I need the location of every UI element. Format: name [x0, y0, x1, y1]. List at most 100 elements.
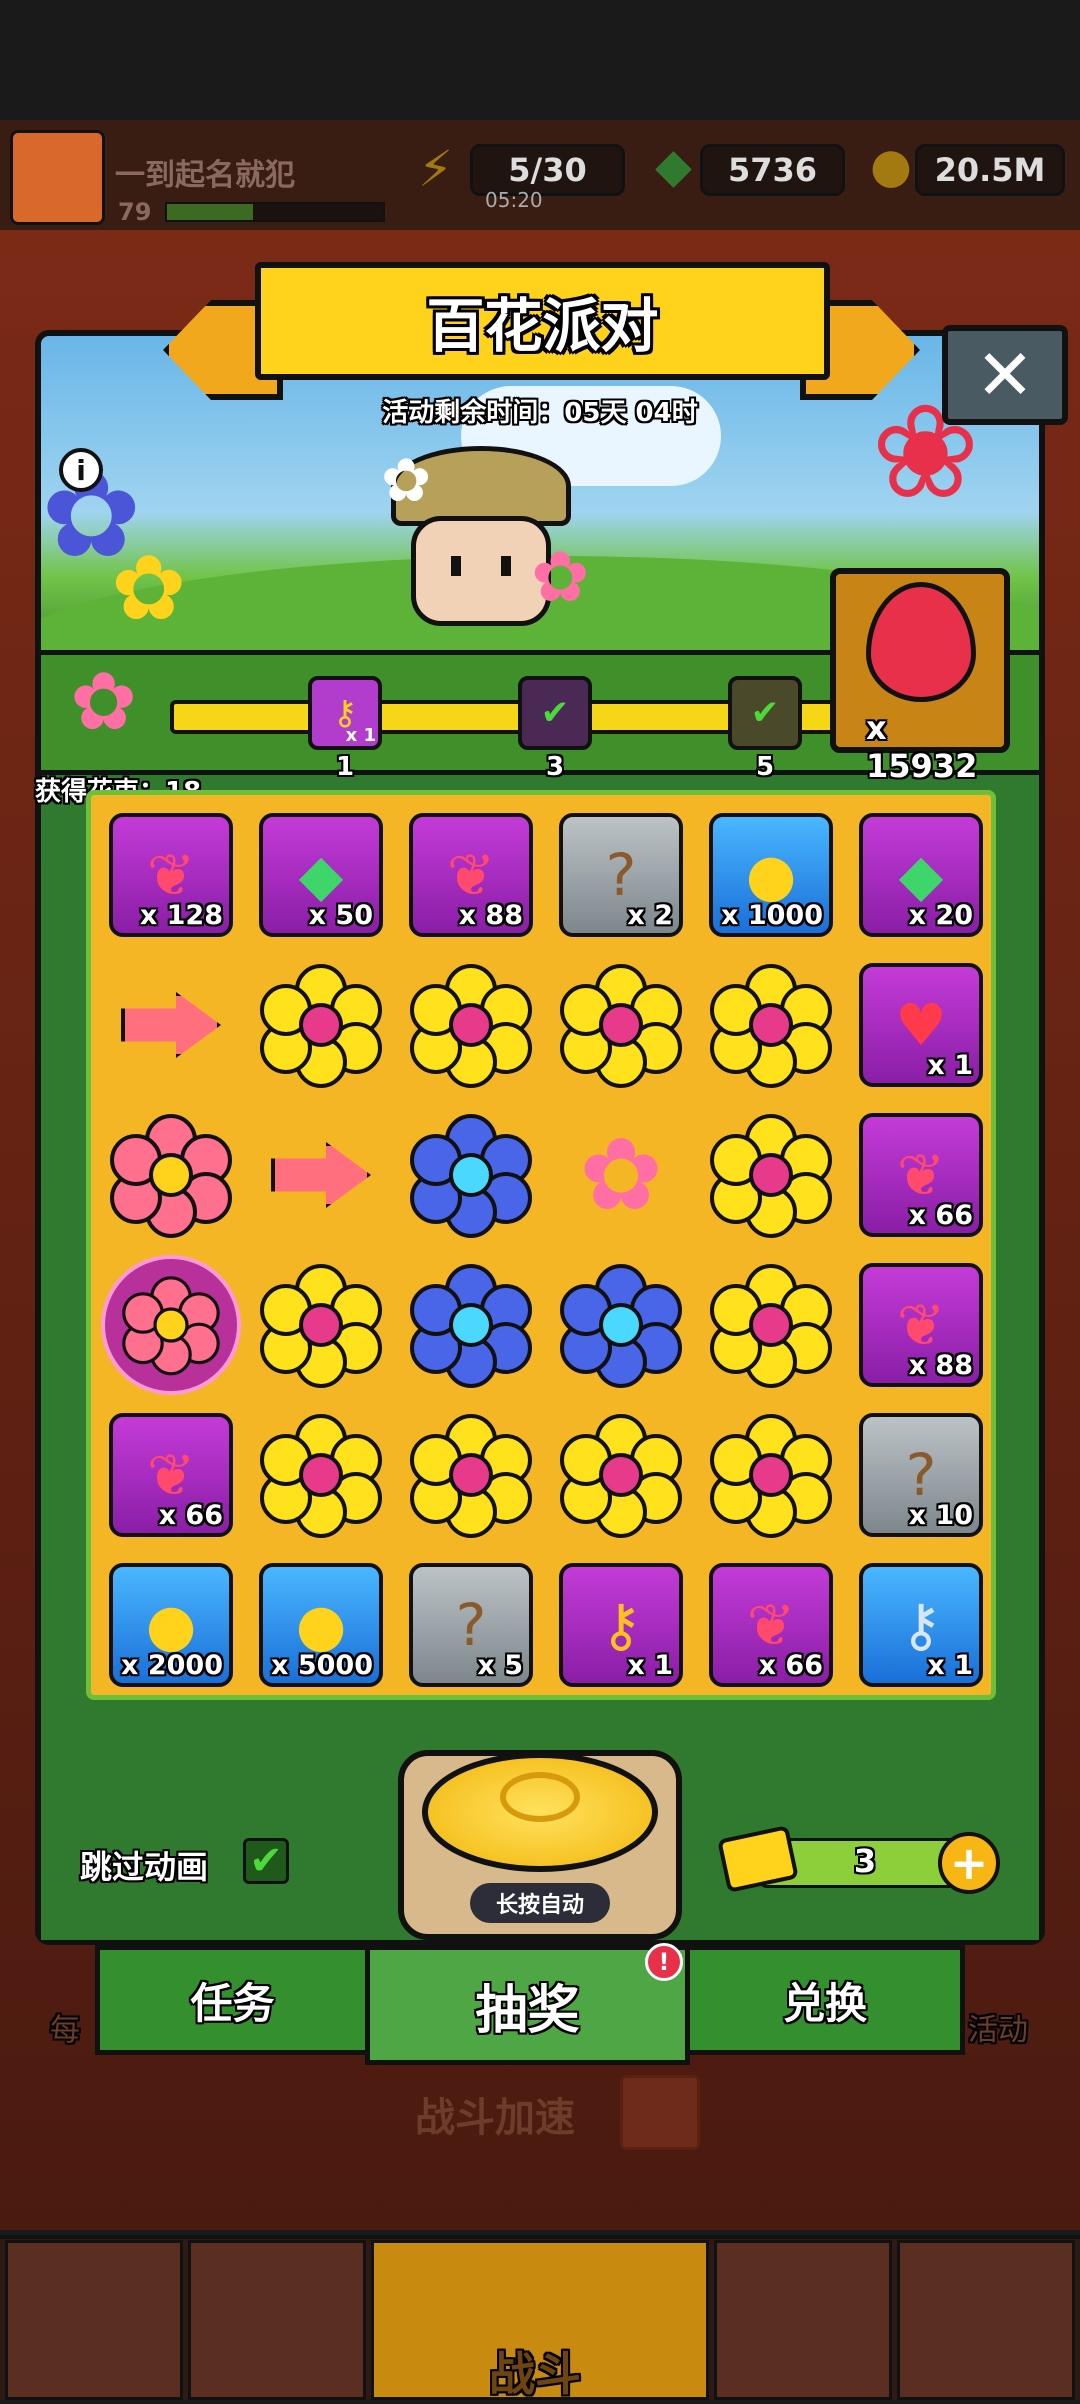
blue-flower-icon — [408, 1262, 534, 1388]
reward-quantity: x 66 — [908, 1200, 973, 1231]
reward-cell: ❦ x 128 — [96, 800, 246, 950]
milestone-1-reward[interactable]: ⚷ x 1 — [308, 676, 382, 750]
mystery-scroll-icon: ? — [605, 841, 637, 909]
reward-quantity: x 2 — [627, 900, 673, 931]
flower-cell — [546, 1400, 696, 1550]
reward-cell: ❦ x 66 — [696, 1550, 846, 1700]
flower-cell — [246, 1250, 396, 1400]
top-status-bar: 一到起名就犯 79 ⚡ 5/30 05:20 ◆ 5736 ● 20.5M — [0, 120, 1080, 230]
flower-cell — [696, 1250, 846, 1400]
reward-cell: ♥ x 1 — [846, 950, 996, 1100]
bouquet-progress-icon: ✿ — [70, 655, 138, 748]
reward-cell: ⚷ x 1 — [546, 1550, 696, 1700]
reward-card: ? x 10 — [859, 1413, 983, 1537]
arrow-right-icon — [121, 992, 221, 1058]
player-avatar[interactable] — [10, 130, 105, 225]
reward-card: ⚷ x 1 — [559, 1563, 683, 1687]
close-button[interactable]: ✕ — [942, 325, 1068, 425]
energy-icon: ⚡ — [418, 140, 454, 198]
milestone-5-number: 5 — [755, 752, 775, 782]
skip-animation-label: 跳过动画 — [80, 1848, 209, 1886]
info-button[interactable]: i — [59, 448, 103, 492]
nav-hero[interactable] — [188, 2240, 366, 2400]
draw-board: ❦ x 128 ◆ x 50 ❦ x 88? x 2 ● x 1000 ◆ x 20 ♥ x 1 ✿ ❦ x … — [86, 790, 996, 1700]
reward-card: ● x 5000 — [259, 1563, 383, 1687]
yellow-flower-icon — [708, 1262, 834, 1388]
tab-tasks[interactable]: 任务 — [95, 1945, 370, 2055]
reward-quantity: x 5 — [477, 1650, 523, 1681]
bouquet-cell: ✿ — [546, 1100, 696, 1250]
gem-icon: ◆ — [898, 841, 944, 909]
add-ticket-button[interactable]: + — [938, 1832, 1000, 1894]
mystery-scroll-icon: ? — [905, 1441, 937, 1509]
path-arrow-cell — [246, 1100, 396, 1250]
flower-cell — [396, 1100, 546, 1250]
petal-counter-box: x 15932 — [830, 568, 1010, 785]
reward-card: ? x 2 — [559, 813, 683, 937]
reward-cell: ◆ x 20 — [846, 800, 996, 950]
yellow-flower-icon — [258, 962, 384, 1088]
tab-draw[interactable]: 抽奖 — [365, 1945, 690, 2065]
nav-arena[interactable] — [714, 2240, 892, 2400]
gold-icon[interactable]: ● — [870, 138, 912, 194]
petal-icon: ❦ — [146, 1441, 196, 1509]
reward-quantity: x 1 — [627, 1650, 673, 1681]
coin-icon: ● — [145, 1591, 197, 1659]
reward-card: ⚷ x 1 — [859, 1563, 983, 1687]
current-position-cell — [96, 1250, 246, 1400]
reward-cell: ⚷ x 1 — [846, 1550, 996, 1700]
tab-tasks-label: 任务 — [190, 1978, 275, 2028]
skip-animation-checkbox[interactable]: ✔ — [243, 1838, 289, 1884]
tab-draw-label: 抽奖 — [475, 1980, 580, 2041]
nav-shop[interactable] — [5, 2240, 183, 2400]
yellow-flower-icon — [708, 962, 834, 1088]
reward-quantity: x 88 — [908, 1350, 973, 1381]
silver-key-icon: ⚷ — [899, 1591, 943, 1659]
reward-cell: ❦ x 88 — [396, 800, 546, 950]
event-title: 百花派对 — [255, 262, 830, 380]
flower-decor-yellow: ✿ — [111, 536, 187, 641]
nav-inventory[interactable] — [897, 2240, 1075, 2400]
draw-button[interactable] — [422, 1752, 658, 1872]
milestone-3-reward[interactable]: ✔ — [518, 676, 592, 750]
reward-cell: ? x 2 — [546, 800, 696, 950]
path-arrow-cell — [96, 950, 246, 1100]
flower-cell — [696, 1400, 846, 1550]
milestone-5-reward[interactable]: ✔ — [728, 676, 802, 750]
flower-cell — [396, 1400, 546, 1550]
heart-medal-icon: ♥ — [895, 991, 947, 1059]
flower-cell — [696, 1100, 846, 1250]
event-time-left: 活动剩余时间：05天 04时 — [382, 398, 698, 428]
battle-speed-checkbox[interactable] — [620, 2075, 700, 2150]
gold-counter: 20.5M — [915, 144, 1065, 196]
petal-count: x 15932 — [866, 709, 978, 785]
player-name: 一到起名就犯 — [115, 158, 295, 193]
player-level: 79 — [118, 198, 152, 226]
current-position-marker — [101, 1255, 241, 1395]
reward-card: ◆ x 50 — [259, 813, 383, 937]
gem-icon[interactable]: ◆ — [655, 138, 692, 194]
blue-flower-icon — [408, 1112, 534, 1238]
bouquet-icon: ✿ — [579, 1116, 663, 1233]
reward-quantity: x 1 — [927, 1050, 973, 1081]
tab-exchange[interactable]: 兑换 — [685, 1945, 965, 2055]
yellow-flower-icon — [558, 1412, 684, 1538]
plus-icon: + — [949, 1836, 989, 1890]
reward-cell: ● x 2000 — [96, 1550, 246, 1700]
flower-cell — [96, 1100, 246, 1250]
flower-cell — [546, 950, 696, 1100]
petal-icon: ❦ — [146, 841, 196, 909]
reward-quantity: x 5000 — [271, 1650, 373, 1681]
gold-key-icon: ⚷ — [599, 1591, 643, 1659]
reward-cell: ? x 10 — [846, 1400, 996, 1550]
ticket-count: 3 — [853, 1842, 877, 1880]
check-icon: ✔ — [750, 693, 780, 733]
nav-battle[interactable]: 战斗 — [371, 2240, 709, 2401]
reward-quantity: x 20 — [908, 900, 973, 931]
reward-quantity: x 1 — [927, 1650, 973, 1681]
reward-card: ● x 2000 — [109, 1563, 233, 1687]
reward-quantity: x 66 — [158, 1500, 223, 1531]
yellow-flower-icon — [258, 1412, 384, 1538]
reward-cell: ❦ x 66 — [96, 1400, 246, 1550]
reward-cell: ● x 1000 — [696, 800, 846, 950]
